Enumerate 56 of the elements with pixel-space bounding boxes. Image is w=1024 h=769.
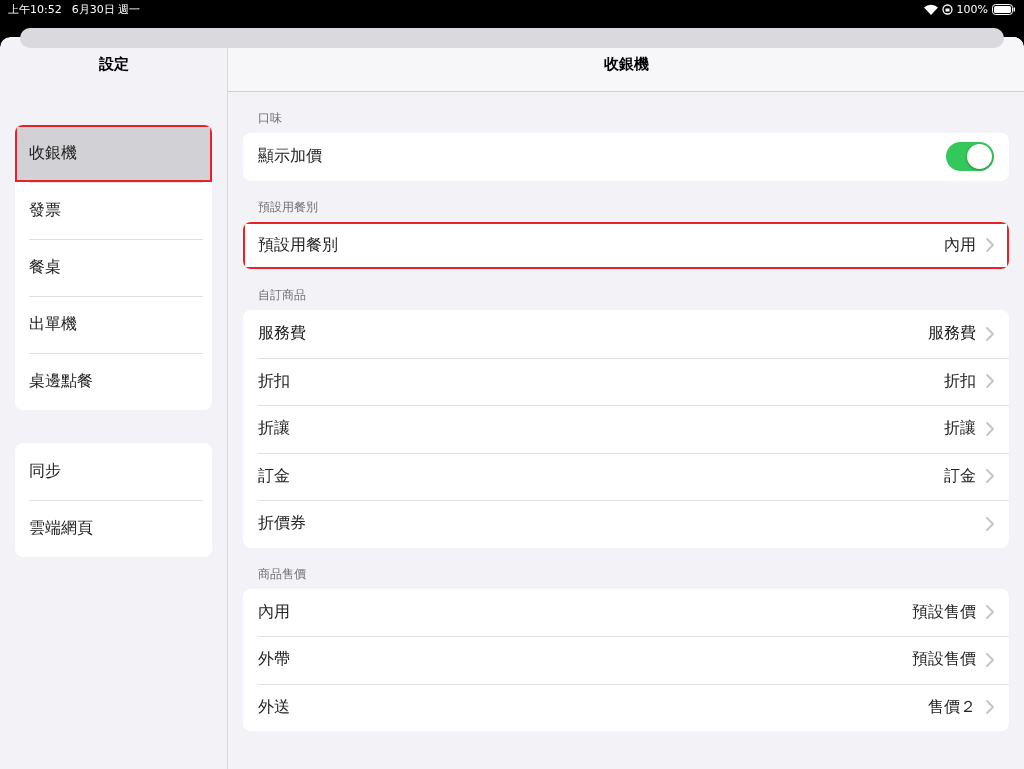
chevron-icon <box>986 469 994 484</box>
settings-row[interactable]: 折價券 <box>243 500 1009 548</box>
toggle-switch[interactable] <box>946 142 994 172</box>
row-value: 服務費 <box>928 323 976 345</box>
chevron-icon <box>986 700 994 715</box>
row-value: 內用 <box>944 234 976 256</box>
section-header: 商品售價 <box>258 566 306 581</box>
row-label: 外帶 <box>258 649 291 671</box>
rotation-lock-icon <box>941 3 953 15</box>
chevron-icon <box>986 516 994 531</box>
row-label: 內用 <box>258 601 291 623</box>
chevron-icon <box>986 238 994 253</box>
chevron-icon <box>986 374 994 389</box>
row-label: 訂金 <box>258 465 291 487</box>
settings-row[interactable]: 內用 預設售價 <box>243 588 1009 636</box>
settings-row[interactable]: 訂金 訂金 <box>243 452 1009 500</box>
row-label: 折扣 <box>258 370 291 392</box>
chevron-icon <box>986 421 994 436</box>
row-label: 預設用餐別 <box>258 234 339 256</box>
sidebar-item[interactable]: 餐桌 <box>15 239 212 296</box>
row-label: 折讓 <box>258 418 291 440</box>
status-time: 上午10:52 <box>8 1 62 17</box>
section-header: 自訂商品 <box>258 288 306 302</box>
sidebar-item[interactable]: 桌邊點餐 <box>15 353 212 410</box>
sidebar-item[interactable]: 雲端網頁 <box>15 500 212 557</box>
settings-row[interactable]: 外送 售價２ <box>243 683 1009 731</box>
row-value: 預設售價 <box>912 601 976 623</box>
row-value: 折扣 <box>944 370 976 392</box>
settings-row[interactable]: 外帶 預設售價 <box>243 636 1009 684</box>
row-label: 折價券 <box>258 513 307 535</box>
row-value: 預設售價 <box>912 649 976 671</box>
row-label: 顯示加價 <box>258 146 323 168</box>
section-header: 預設用餐別 <box>258 199 318 214</box>
battery-percent: 100% <box>956 2 988 16</box>
sidebar-item[interactable]: 同步 <box>15 443 212 500</box>
settings-row[interactable]: 顯示加價 <box>243 133 1009 181</box>
settings-row[interactable]: 折扣 折扣 <box>243 357 1009 405</box>
row-value: 折讓 <box>944 418 976 440</box>
status-date: 6月30日 週一 <box>71 1 141 17</box>
sidebar-title: 設定 <box>97 54 130 75</box>
battery-icon <box>992 3 1016 15</box>
settings-row[interactable]: 服務費 服務費 <box>243 310 1009 358</box>
chevron-icon <box>986 605 994 620</box>
row-label: 服務費 <box>258 323 307 345</box>
chevron-icon <box>986 652 994 667</box>
settings-row[interactable]: 預設用餐別 內用 <box>243 221 1009 269</box>
row-label: 外送 <box>258 696 291 718</box>
sidebar-item[interactable]: 發票 <box>15 182 212 239</box>
section-header: 口味 <box>258 111 282 125</box>
sidebar-item[interactable]: 出單機 <box>15 296 212 353</box>
chevron-icon <box>986 326 994 341</box>
settings-row[interactable]: 折讓 折讓 <box>243 405 1009 453</box>
sidebar-item[interactable]: 收銀機 <box>15 125 212 182</box>
wifi-icon <box>923 3 938 15</box>
row-value: 訂金 <box>944 465 976 487</box>
row-value: 售價２ <box>928 696 976 718</box>
